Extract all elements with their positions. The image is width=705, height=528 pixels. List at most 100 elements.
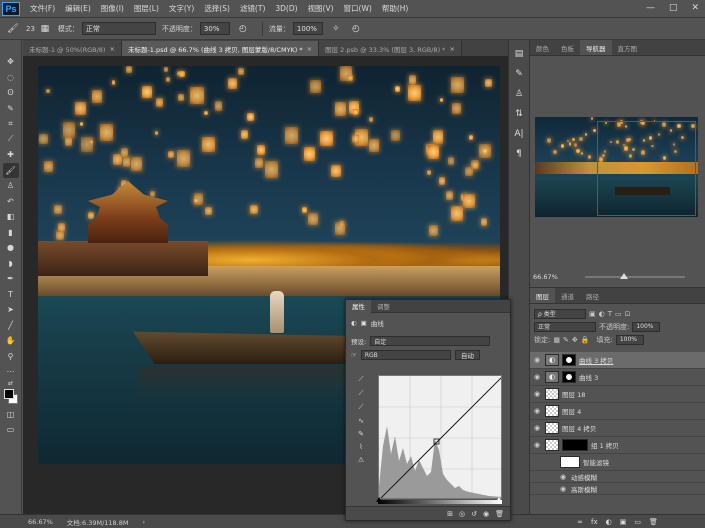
reset-icon[interactable]: ↺: [471, 510, 477, 518]
tab-adjustments[interactable]: 调整: [371, 300, 396, 313]
layer-smart-filters[interactable]: 智能滤镜: [530, 454, 705, 471]
filter-type-icon[interactable]: T: [608, 310, 612, 318]
filter-motion-blur[interactable]: ◉ 动感模糊: [530, 471, 705, 483]
layer-mask-thumbnail[interactable]: [562, 439, 588, 451]
filter-adjust-icon[interactable]: ◐: [599, 310, 605, 318]
brush-panel-icon[interactable]: ▦: [38, 22, 52, 36]
flow-input[interactable]: 100%: [292, 22, 323, 35]
tab-swatches[interactable]: 色板: [555, 40, 580, 55]
opacity-input[interactable]: 30%: [199, 22, 230, 35]
curve-pencil-tool-icon[interactable]: ✎: [358, 430, 364, 438]
menu-view[interactable]: 视图(V): [308, 3, 334, 14]
document-tab-2[interactable]: 未标题-1.psd @ 66.7% (曲线 3 拷贝, 图层蒙版/8/CMYK)…: [121, 41, 320, 56]
visibility-eye-icon[interactable]: ◉: [534, 441, 542, 449]
tab-color[interactable]: 颜色: [530, 40, 555, 55]
delete-layer-icon[interactable]: 🗑: [649, 518, 658, 526]
visibility-eye-icon[interactable]: ◉: [560, 473, 568, 481]
clip-to-layer-icon[interactable]: ⊞: [447, 510, 453, 518]
menu-layer[interactable]: 图层(L): [134, 3, 159, 14]
document-tab-1[interactable]: 未标题-1 @ 50%(RGB/8) ×: [23, 41, 122, 56]
layer-group-1-copy[interactable]: ◉ 组 1 拷贝: [530, 437, 705, 454]
minimize-button[interactable]: —: [646, 3, 655, 13]
layer-4-copy[interactable]: ◉ 图层 4 拷贝: [530, 420, 705, 437]
history-panel-icon[interactable]: ▤: [511, 46, 527, 62]
curve-point-tool-icon[interactable]: ∿: [358, 417, 364, 425]
black-point-eyedropper-icon[interactable]: ⟋: [359, 375, 364, 384]
more-tools-icon[interactable]: ⋯: [3, 364, 19, 379]
tab-channels[interactable]: 通道: [555, 288, 580, 303]
visibility-eye-icon[interactable]: ◉: [534, 373, 542, 381]
pen-tool-icon[interactable]: ✒: [3, 271, 19, 286]
layer-style-icon[interactable]: fx: [591, 518, 598, 526]
layer-mask-thumbnail[interactable]: [562, 354, 576, 366]
layer-opacity-input[interactable]: 100%: [632, 321, 661, 332]
screen-mode-icon[interactable]: ▭: [3, 422, 19, 437]
visibility-eye-icon[interactable]: ◉: [560, 485, 568, 493]
layer-curves-3-copy[interactable]: ◉ ◐ 曲线 3 拷贝: [530, 352, 705, 369]
pressure-size-icon[interactable]: ◴: [349, 22, 363, 36]
brush-size-value[interactable]: 23: [26, 25, 35, 33]
eyedropper-tool-icon[interactable]: ⟋: [3, 132, 19, 147]
lock-transparent-icon[interactable]: ▦: [553, 336, 560, 344]
crop-tool-icon[interactable]: ⌗: [3, 116, 19, 131]
color-swatches[interactable]: [3, 388, 19, 406]
clipping-warning-icon[interactable]: ⚠: [358, 456, 364, 464]
add-mask-icon[interactable]: ◐: [606, 518, 612, 526]
visibility-eye-icon[interactable]: ◉: [534, 390, 542, 398]
visibility-eye-icon[interactable]: ◉: [534, 407, 542, 415]
maximize-button[interactable]: □: [669, 3, 678, 13]
brush-tool-preset-icon[interactable]: 🖌: [6, 22, 20, 36]
smooth-curve-icon[interactable]: ⌇: [359, 443, 362, 451]
layer-18[interactable]: ◉ 图层 18: [530, 386, 705, 403]
menu-select[interactable]: 选择(S): [204, 3, 230, 14]
new-group-icon[interactable]: ▭: [634, 518, 641, 526]
menu-3d[interactable]: 3D(D): [275, 4, 297, 13]
layer-filter-select[interactable]: ρ 类型: [534, 308, 586, 319]
hand-tool-icon[interactable]: ✋: [3, 333, 19, 348]
document-tab-3[interactable]: 图层 2.psb @ 33.3% (图层 3, RGB/8) * ×: [319, 41, 462, 56]
gray-point-eyedropper-icon[interactable]: ⟋: [359, 389, 364, 398]
tab-histogram[interactable]: 直方图: [612, 40, 644, 55]
move-tool-icon[interactable]: ✥: [3, 54, 19, 69]
preset-select[interactable]: 自定: [370, 336, 491, 346]
tab-layers[interactable]: 图层: [530, 288, 555, 303]
line-tool-icon[interactable]: ╱: [3, 318, 19, 333]
filter-shape-icon[interactable]: ▭: [615, 310, 622, 318]
mode-select[interactable]: 正常: [81, 22, 156, 35]
channel-select[interactable]: RGB: [360, 350, 451, 360]
close-tab-icon[interactable]: ×: [449, 45, 454, 53]
blur-tool-icon[interactable]: ●: [3, 240, 19, 255]
navigator-preview[interactable]: [535, 117, 698, 217]
navigator-slider-thumb[interactable]: [620, 273, 628, 279]
close-tab-icon[interactable]: ×: [109, 45, 114, 53]
visibility-eye-icon[interactable]: ◉: [534, 424, 542, 432]
airbrush-icon[interactable]: ✧: [329, 22, 343, 36]
zoom-tool-icon[interactable]: ⚲: [3, 349, 19, 364]
filter-pixel-icon[interactable]: ▣: [589, 310, 596, 318]
tab-paths[interactable]: 路径: [580, 288, 605, 303]
character-panel-icon[interactable]: A|: [511, 126, 527, 142]
filter-gaussian-blur[interactable]: ◉ 高斯模糊: [530, 483, 705, 495]
layer-curves-3[interactable]: ◉ ◐ 曲线 3: [530, 369, 705, 386]
menu-type[interactable]: 文字(Y): [169, 3, 194, 14]
navigator-view-box[interactable]: [597, 121, 696, 216]
smart-filter-mask-thumbnail[interactable]: [560, 456, 580, 468]
menu-filter[interactable]: 滤镜(T): [240, 3, 265, 14]
swap-colors-icon[interactable]: ⇄: [3, 380, 19, 388]
dodge-tool-icon[interactable]: ◗: [3, 256, 19, 271]
fill-input[interactable]: 100%: [615, 334, 644, 345]
view-previous-icon[interactable]: ◎: [459, 510, 465, 518]
new-adjustment-icon[interactable]: ▣: [620, 518, 627, 526]
layer-mask-thumbnail[interactable]: [562, 371, 576, 383]
quick-select-tool-icon[interactable]: ✎: [3, 101, 19, 116]
menu-window[interactable]: 窗口(W): [344, 3, 372, 14]
quick-mask-icon[interactable]: ◫: [3, 407, 19, 422]
menu-help[interactable]: 帮助(H): [382, 3, 409, 14]
foreground-color-swatch[interactable]: [3, 389, 14, 399]
history-brush-tool-icon[interactable]: ↶: [3, 194, 19, 209]
curves-graph-svg[interactable]: [379, 376, 502, 499]
white-point-eyedropper-icon[interactable]: ⟋: [359, 403, 364, 412]
paragraph-panel-icon[interactable]: ¶: [511, 146, 527, 162]
eraser-tool-icon[interactable]: ◧: [3, 209, 19, 224]
path-select-tool-icon[interactable]: ➤: [3, 302, 19, 317]
